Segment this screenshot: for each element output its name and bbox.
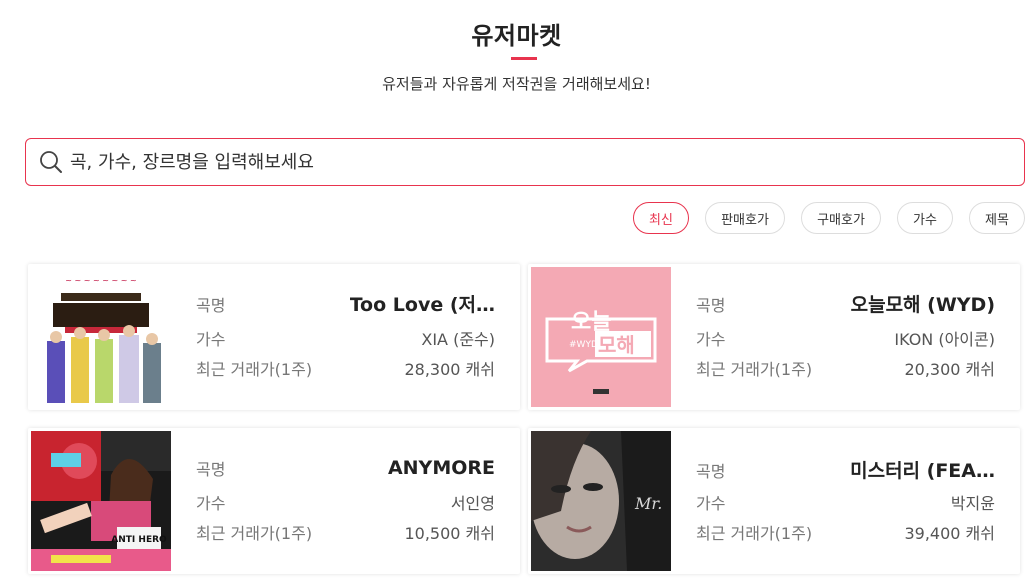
artist-name: 박지윤 <box>950 494 995 513</box>
recent-price: 28,300 캐쉬 <box>404 360 495 379</box>
filter-buy-price-chip[interactable]: 구매호가 <box>801 202 881 234</box>
album-art: ~ ~ ~ ~ ~ ~ ~ ~ <box>31 267 171 407</box>
album-art: 오늘 모해 #WYD <box>531 267 671 407</box>
artist-label: 가수 <box>696 330 726 349</box>
song-label: 곡명 <box>696 295 726 315</box>
search-icon[interactable] <box>38 149 64 175</box>
filter-bar: 최신 판매호가 구매호가 가수 제목 <box>617 202 1025 234</box>
song-title: ANYMORE <box>387 457 495 479</box>
album-art: ANTI HERO <box>31 431 171 571</box>
song-card[interactable]: 오늘 모해 #WYD 곡명 오늘모해 (WYD) 가수 IKON (아이콘) 최… <box>528 264 1020 410</box>
artist-label: 가수 <box>196 494 226 513</box>
song-card[interactable]: ~ ~ ~ ~ ~ ~ ~ ~ 곡명 Too Love (저… 가수 XIA (… <box>28 264 520 410</box>
page-title: 유저마켓 <box>471 22 562 50</box>
recent-price: 39,400 캐쉬 <box>904 524 995 543</box>
recent-price-label: 최근 거래가(1주) <box>696 360 813 379</box>
song-label: 곡명 <box>696 461 726 481</box>
song-card[interactable]: Mr. 곡명 미스터리 (FEA… 가수 박지윤 최근 거래가(1주) 39,4… <box>528 428 1020 574</box>
filter-latest-chip[interactable]: 최신 <box>633 202 689 234</box>
album-art: Mr. <box>531 431 671 571</box>
artist-label: 가수 <box>196 330 226 349</box>
album-logo-bottom: 모해 <box>598 333 635 357</box>
recent-price: 10,500 캐쉬 <box>404 524 495 543</box>
search-box <box>25 138 1025 186</box>
artist-name: 서인영 <box>450 494 495 513</box>
recent-price-label: 최근 거래가(1주) <box>696 524 813 543</box>
filter-artist-chip[interactable]: 가수 <box>897 202 953 234</box>
song-title: Too Love (저… <box>349 294 495 316</box>
page-subtitle: 유저들과 자유롭게 저작권을 거래해보세요! <box>382 75 651 93</box>
recent-price-label: 최근 거래가(1주) <box>196 524 313 543</box>
recent-price: 20,300 캐쉬 <box>904 360 995 379</box>
artist-name: IKON (아이콘) <box>894 330 995 349</box>
artist-name: XIA (준수) <box>421 330 495 349</box>
title-underline <box>511 57 537 60</box>
album-art-text: ANTI HERO <box>111 535 167 545</box>
song-label: 곡명 <box>196 295 226 315</box>
filter-title-chip[interactable]: 제목 <box>969 202 1025 234</box>
song-card[interactable]: ANTI HERO 곡명 ANYMORE 가수 서인영 최근 거래가(1주) 1… <box>28 428 520 574</box>
recent-price-label: 최근 거래가(1주) <box>196 360 313 379</box>
album-art-text: Mr. <box>634 494 662 513</box>
album-logo-tag: #WYD <box>569 340 598 350</box>
search-input[interactable] <box>70 151 970 173</box>
song-title: 미스터리 (FEA… <box>850 460 995 482</box>
filter-sell-price-chip[interactable]: 판매호가 <box>705 202 785 234</box>
artist-label: 가수 <box>696 494 726 513</box>
song-label: 곡명 <box>196 460 226 479</box>
song-title: 오늘모해 (WYD) <box>850 294 995 316</box>
svg-text:~ ~ ~ ~ ~ ~ ~ ~: ~ ~ ~ ~ ~ ~ ~ ~ <box>65 276 136 285</box>
